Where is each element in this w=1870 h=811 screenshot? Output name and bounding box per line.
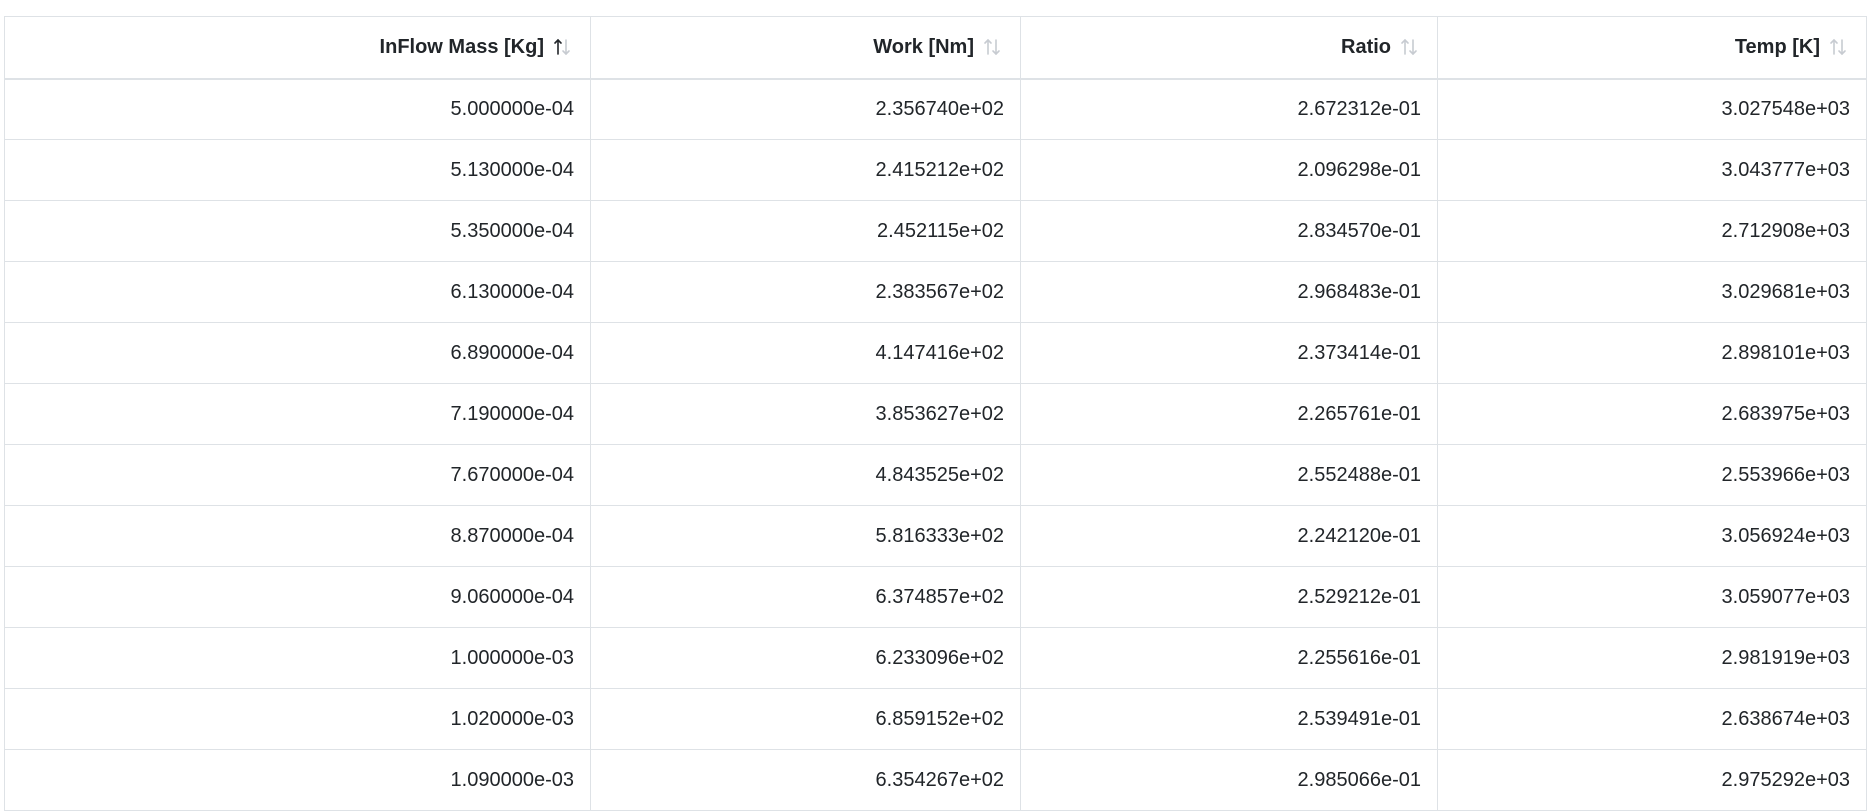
table-cell-work: 6.233096e+02: [590, 627, 1021, 689]
column-header-label: Ratio: [1341, 35, 1391, 58]
table-row: 1.090000e-03 6.354267e+02 2.985066e-01 2.97…: [4, 749, 1867, 811]
table-cell-work: 5.816333e+02: [590, 505, 1021, 567]
table-cell-ratio: 2.968483e-01: [1020, 261, 1438, 323]
table-cell-work: 2.415212e+02: [590, 139, 1021, 201]
column-header-work[interactable]: Work [Nm]: [590, 16, 1021, 80]
column-header-content: Ratio: [1341, 36, 1421, 59]
table-cell-work: 6.374857e+02: [590, 566, 1021, 628]
sort-arrows-icon[interactable]: [1399, 36, 1421, 58]
header-row: InFlow Mass [Kg] Work [Nm] Ratio Temp [K]: [4, 16, 1867, 80]
data-table: InFlow Mass [Kg] Work [Nm] Ratio Temp [K] 5…: [4, 16, 1867, 811]
column-header-ratio[interactable]: Ratio: [1020, 16, 1438, 80]
table-row: 6.890000e-04 4.147416e+02 2.373414e-01 2.89…: [4, 322, 1867, 384]
table-cell-ratio: 2.255616e-01: [1020, 627, 1438, 689]
table-cell-ratio: 2.096298e-01: [1020, 139, 1438, 201]
table-row: 1.020000e-03 6.859152e+02 2.539491e-01 2.63…: [4, 688, 1867, 750]
column-header-content: InFlow Mass [Kg]: [380, 36, 574, 59]
sort-arrows-icon[interactable]: [982, 36, 1004, 58]
table-cell-ratio: 2.985066e-01: [1020, 749, 1438, 811]
table-cell-work: 3.853627e+02: [590, 383, 1021, 445]
table-cell-work: 6.354267e+02: [590, 749, 1021, 811]
table-cell-inflow-mass: 5.130000e-04: [4, 139, 591, 201]
table-cell-inflow-mass: 6.130000e-04: [4, 261, 591, 323]
column-header-label: Temp [K]: [1734, 35, 1820, 58]
table-body: 5.000000e-04 2.356740e+02 2.672312e-01 3.02…: [4, 78, 1867, 811]
table-cell-inflow-mass: 6.890000e-04: [4, 322, 591, 384]
column-header-inflow-mass[interactable]: InFlow Mass [Kg]: [4, 16, 591, 80]
table-cell-inflow-mass: 5.000000e-04: [4, 78, 591, 140]
table-row: 7.190000e-04 3.853627e+02 2.265761e-01 2.68…: [4, 383, 1867, 445]
table-cell-ratio: 2.834570e-01: [1020, 200, 1438, 262]
table-cell-ratio: 2.265761e-01: [1020, 383, 1438, 445]
table-cell-temp: 2.638674e+03: [1437, 688, 1867, 750]
column-header-content: Work [Nm]: [873, 36, 1004, 59]
table-row: 6.130000e-04 2.383567e+02 2.968483e-01 3.02…: [4, 261, 1867, 323]
sort-arrows-icon[interactable]: [552, 36, 574, 58]
table-cell-work: 2.383567e+02: [590, 261, 1021, 323]
table-cell-temp: 3.043777e+03: [1437, 139, 1867, 201]
table-cell-ratio: 2.672312e-01: [1020, 78, 1438, 140]
table-cell-temp: 2.553966e+03: [1437, 444, 1867, 506]
table-cell-inflow-mass: 8.870000e-04: [4, 505, 591, 567]
table-cell-temp: 3.027548e+03: [1437, 78, 1867, 140]
table-cell-ratio: 2.373414e-01: [1020, 322, 1438, 384]
column-header-content: Temp [K]: [1735, 36, 1850, 59]
table-cell-inflow-mass: 1.000000e-03: [4, 627, 591, 689]
table-header: InFlow Mass [Kg] Work [Nm] Ratio Temp [K]: [4, 16, 1867, 80]
table-cell-work: 4.147416e+02: [590, 322, 1021, 384]
table-cell-ratio: 2.242120e-01: [1020, 505, 1438, 567]
table-cell-work: 2.452115e+02: [590, 200, 1021, 262]
table-cell-ratio: 2.539491e-01: [1020, 688, 1438, 750]
table-row: 8.870000e-04 5.816333e+02 2.242120e-01 3.05…: [4, 505, 1867, 567]
table-cell-temp: 3.029681e+03: [1437, 261, 1867, 323]
table-cell-work: 6.859152e+02: [590, 688, 1021, 750]
table-cell-ratio: 2.529212e-01: [1020, 566, 1438, 628]
table-cell-work: 4.843525e+02: [590, 444, 1021, 506]
table-cell-temp: 2.712908e+03: [1437, 200, 1867, 262]
table-cell-temp: 2.683975e+03: [1437, 383, 1867, 445]
table-row: 1.000000e-03 6.233096e+02 2.255616e-01 2.98…: [4, 627, 1867, 689]
table-cell-inflow-mass: 1.090000e-03: [4, 749, 591, 811]
table-row: 5.130000e-04 2.415212e+02 2.096298e-01 3.04…: [4, 139, 1867, 201]
table-row: 7.670000e-04 4.843525e+02 2.552488e-01 2.55…: [4, 444, 1867, 506]
sort-arrows-icon[interactable]: [1828, 36, 1850, 58]
column-header-temp[interactable]: Temp [K]: [1437, 16, 1867, 80]
table-row: 5.350000e-04 2.452115e+02 2.834570e-01 2.71…: [4, 200, 1867, 262]
table-cell-inflow-mass: 7.190000e-04: [4, 383, 591, 445]
table-cell-inflow-mass: 9.060000e-04: [4, 566, 591, 628]
column-header-label: InFlow Mass [Kg]: [379, 35, 544, 58]
table-cell-temp: 3.056924e+03: [1437, 505, 1867, 567]
table-cell-inflow-mass: 5.350000e-04: [4, 200, 591, 262]
column-header-label: Work [Nm]: [873, 35, 974, 58]
table-row: 9.060000e-04 6.374857e+02 2.529212e-01 3.05…: [4, 566, 1867, 628]
table-cell-work: 2.356740e+02: [590, 78, 1021, 140]
table-cell-temp: 2.981919e+03: [1437, 627, 1867, 689]
table-cell-temp: 2.975292e+03: [1437, 749, 1867, 811]
table-cell-temp: 3.059077e+03: [1437, 566, 1867, 628]
data-table-container: InFlow Mass [Kg] Work [Nm] Ratio Temp [K] 5…: [4, 16, 1867, 811]
table-cell-ratio: 2.552488e-01: [1020, 444, 1438, 506]
table-cell-temp: 2.898101e+03: [1437, 322, 1867, 384]
table-cell-inflow-mass: 7.670000e-04: [4, 444, 591, 506]
table-cell-inflow-mass: 1.020000e-03: [4, 688, 591, 750]
table-row: 5.000000e-04 2.356740e+02 2.672312e-01 3.02…: [4, 78, 1867, 140]
